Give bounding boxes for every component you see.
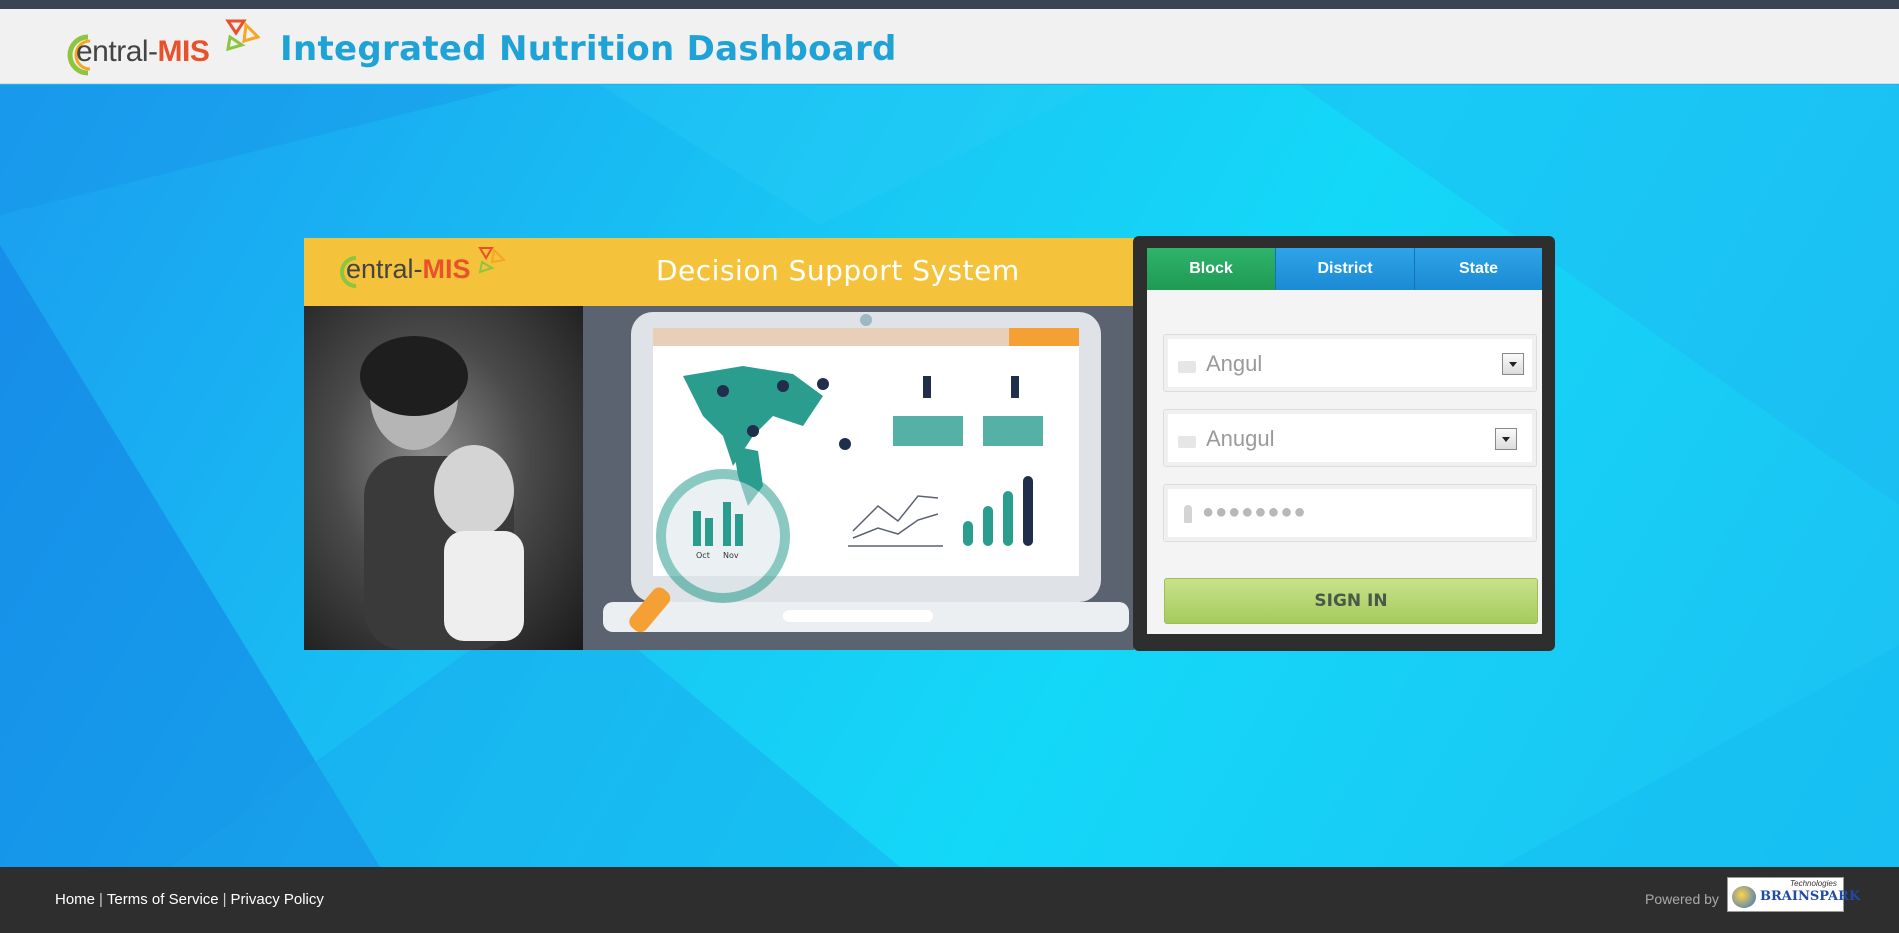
decision-support-banner: entral-MIS Decision Support System Oct N… — [304, 238, 1134, 650]
envelope-icon — [1178, 436, 1196, 448]
dropdown-arrow-icon[interactable] — [1495, 428, 1517, 450]
banner-title: Decision Support System — [656, 254, 1020, 287]
footer-link-terms[interactable]: Terms of Service — [107, 891, 219, 908]
logo-wordmark: entral-MIS — [76, 35, 210, 68]
block-select-value: Anugul — [1206, 426, 1275, 451]
footer-link-home[interactable]: Home — [55, 891, 95, 908]
footer-link-privacy[interactable]: Privacy Policy — [231, 891, 324, 908]
district-select[interactable]: Angul — [1163, 334, 1537, 392]
brainspark-logo[interactable]: Technologies BRAINSPARK — [1727, 877, 1860, 912]
banner-logo: entral-MIS — [340, 247, 507, 288]
top-strip — [0, 0, 1899, 9]
footer: Home | Terms of Service | Privacy Policy Pow… — [0, 867, 1899, 933]
powered-by-label: Powered by — [1645, 891, 1719, 907]
dropdown-arrow-icon[interactable] — [1502, 353, 1524, 375]
key-icon — [1184, 505, 1192, 523]
header: entral-MIS Integrated Nutrition Dashboar… — [0, 9, 1899, 84]
banner-logo-mark-icon — [340, 256, 357, 288]
level-tabs: Block District State — [1147, 248, 1542, 290]
chart-label-nov: Nov — [723, 551, 739, 560]
login-form: Block District State Angul Anugul ●●●●●●… — [1147, 248, 1542, 634]
footer-separator: | — [99, 891, 103, 908]
block-select[interactable]: Anugul — [1163, 409, 1537, 467]
footer-links: Home | Terms of Service | Privacy Policy — [55, 891, 324, 908]
laptop-illustration: Oct Nov — [603, 312, 1129, 633]
login-panel: Block District State Angul Anugul ●●●●●●… — [1133, 236, 1555, 651]
dashboard-illustration: Oct Nov — [583, 306, 1134, 650]
tab-block[interactable]: Block — [1147, 248, 1276, 290]
footer-separator: | — [222, 891, 227, 908]
page-title: Integrated Nutrition Dashboard — [280, 29, 897, 69]
tab-district[interactable]: District — [1276, 248, 1415, 290]
bulb-icon — [1732, 886, 1756, 908]
sign-in-button[interactable]: SIGN IN — [1164, 578, 1538, 624]
brand-tagline: Technologies — [1790, 879, 1837, 888]
banner-header: entral-MIS Decision Support System — [304, 238, 1134, 306]
password-field[interactable]: ●●●●●●●● — [1163, 484, 1537, 542]
mother-child-photo — [304, 306, 583, 650]
envelope-icon — [1178, 361, 1196, 373]
banner-logo-triangles-icon — [478, 247, 507, 274]
password-value: ●●●●●●●● — [1202, 501, 1307, 523]
photo-illustration — [360, 336, 524, 650]
district-select-value: Angul — [1206, 351, 1263, 376]
brand-name: BRAINSPARK — [1760, 889, 1861, 904]
chart-label-oct: Oct — [696, 551, 710, 560]
central-mis-logo[interactable]: entral-MIS — [60, 15, 260, 81]
tab-state[interactable]: State — [1415, 248, 1542, 290]
